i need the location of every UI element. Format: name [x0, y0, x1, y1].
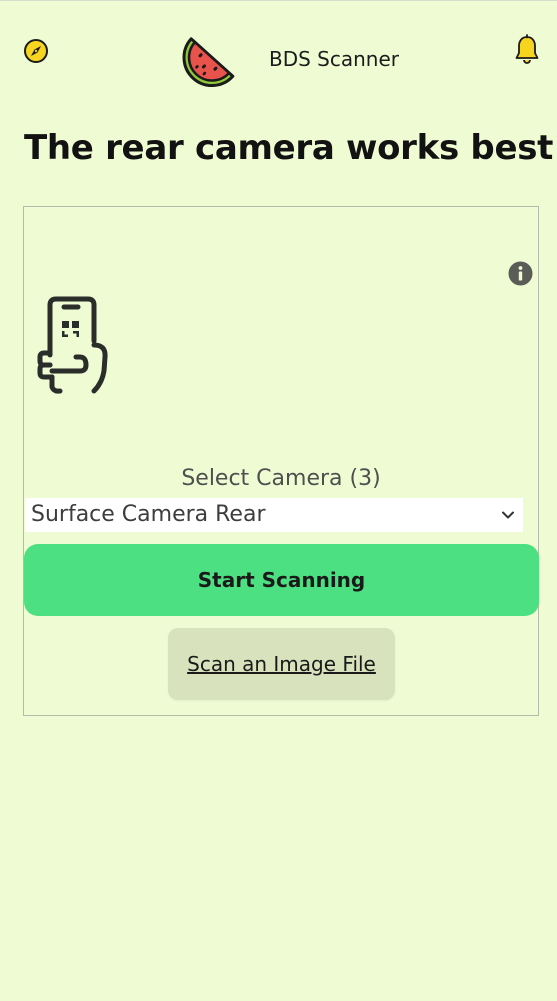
- chevron-down-icon: [501, 508, 515, 522]
- compass-icon[interactable]: [23, 38, 49, 64]
- start-scanning-button[interactable]: Start Scanning: [24, 544, 539, 616]
- camera-select[interactable]: Surface Camera Rear: [25, 498, 523, 532]
- watermelon-logo: [176, 32, 240, 94]
- page-heading: The rear camera works best!: [24, 128, 557, 168]
- scanner-panel: Select Camera (3) Surface Camera Rear St…: [23, 206, 539, 716]
- app-title: BDS Scanner: [269, 47, 399, 71]
- top-divider: [0, 0, 557, 1]
- phone-qr-hand-icon: [36, 295, 112, 395]
- camera-select-value: Surface Camera Rear: [31, 502, 266, 527]
- select-camera-label: Select Camera (3): [181, 466, 381, 491]
- info-icon[interactable]: [508, 261, 533, 286]
- scanner-page: BDS Scanner The rear camera works best!: [0, 0, 557, 1001]
- scan-image-file-button[interactable]: Scan an Image File: [168, 628, 395, 700]
- bell-icon[interactable]: [514, 34, 540, 66]
